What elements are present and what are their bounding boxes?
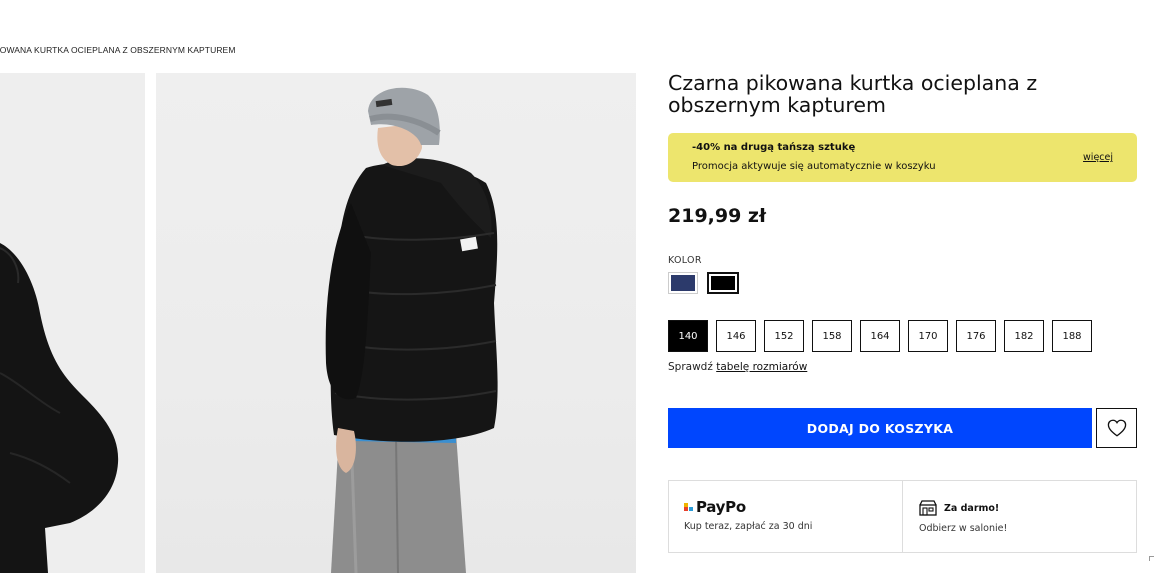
size-option-146[interactable]: 146 (716, 320, 756, 352)
store-pickup-info[interactable]: Za darmo! Odbierz w salonie! (902, 481, 1136, 552)
paypo-info[interactable]: PayPo Kup teraz, zapłać za 30 dni (669, 481, 902, 552)
size-chart-prefix: Sprawdź (668, 361, 713, 373)
product-photo-main (325, 87, 498, 573)
swatch-fill (671, 275, 695, 291)
payment-delivery-info: PayPo Kup teraz, zapłać za 30 dni Za dar… (668, 480, 1137, 553)
paypo-dots-icon (684, 503, 694, 511)
promo-title: -40% na drugą tańszą sztukę (692, 142, 856, 153)
edge-marker (1149, 556, 1154, 561)
breadcrumb[interactable]: KOWANA KURTKA OCIEPLANA Z OBSZERNYM KAPT… (0, 45, 236, 55)
size-option-170[interactable]: 170 (908, 320, 948, 352)
paypo-logo-text: PayPo (696, 498, 746, 516)
size-option-176[interactable]: 176 (956, 320, 996, 352)
store-pickup-title: Za darmo! (944, 503, 1000, 514)
product-price: 219,99 zł (668, 205, 767, 227)
size-option-188[interactable]: 188 (1052, 320, 1092, 352)
size-chart-link[interactable]: tabelę rozmiarów (716, 361, 807, 373)
swatch-fill (711, 276, 735, 290)
color-swatch-black[interactable] (707, 272, 739, 294)
product-title: Czarna pikowana kurtka ocieplana z obsze… (668, 71, 1038, 117)
heart-icon (1107, 419, 1126, 437)
add-to-cart-button[interactable]: DODAJ DO KOSZYKA (668, 408, 1092, 448)
size-option-158[interactable]: 158 (812, 320, 852, 352)
promo-banner: -40% na drugą tańszą sztukę Promocja akt… (668, 133, 1137, 182)
product-image-previous[interactable] (0, 73, 145, 573)
size-option-152[interactable]: 152 (764, 320, 804, 352)
color-label: KOLOR (668, 255, 702, 266)
store-pickup-subtitle: Odbierz w salonie! (919, 523, 1008, 534)
color-swatch-navy[interactable] (668, 272, 698, 294)
size-option-140[interactable]: 140 (668, 320, 708, 352)
size-option-182[interactable]: 182 (1004, 320, 1044, 352)
store-icon (919, 500, 937, 516)
wishlist-button[interactable] (1096, 408, 1137, 448)
size-chart-hint: Sprawdź tabelę rozmiarów (668, 361, 807, 373)
size-option-164[interactable]: 164 (860, 320, 900, 352)
promo-subtitle: Promocja aktywuje się automatycznie w ko… (692, 161, 936, 172)
paypo-subtitle: Kup teraz, zapłać za 30 dni (684, 521, 813, 532)
paypo-logo: PayPo (684, 498, 746, 516)
size-selector: 140 146 152 158 164 170 176 182 188 (668, 320, 1092, 352)
product-image-main[interactable] (156, 73, 636, 573)
product-photo-previous (0, 73, 145, 573)
promo-more-link[interactable]: więcej (1083, 152, 1113, 163)
